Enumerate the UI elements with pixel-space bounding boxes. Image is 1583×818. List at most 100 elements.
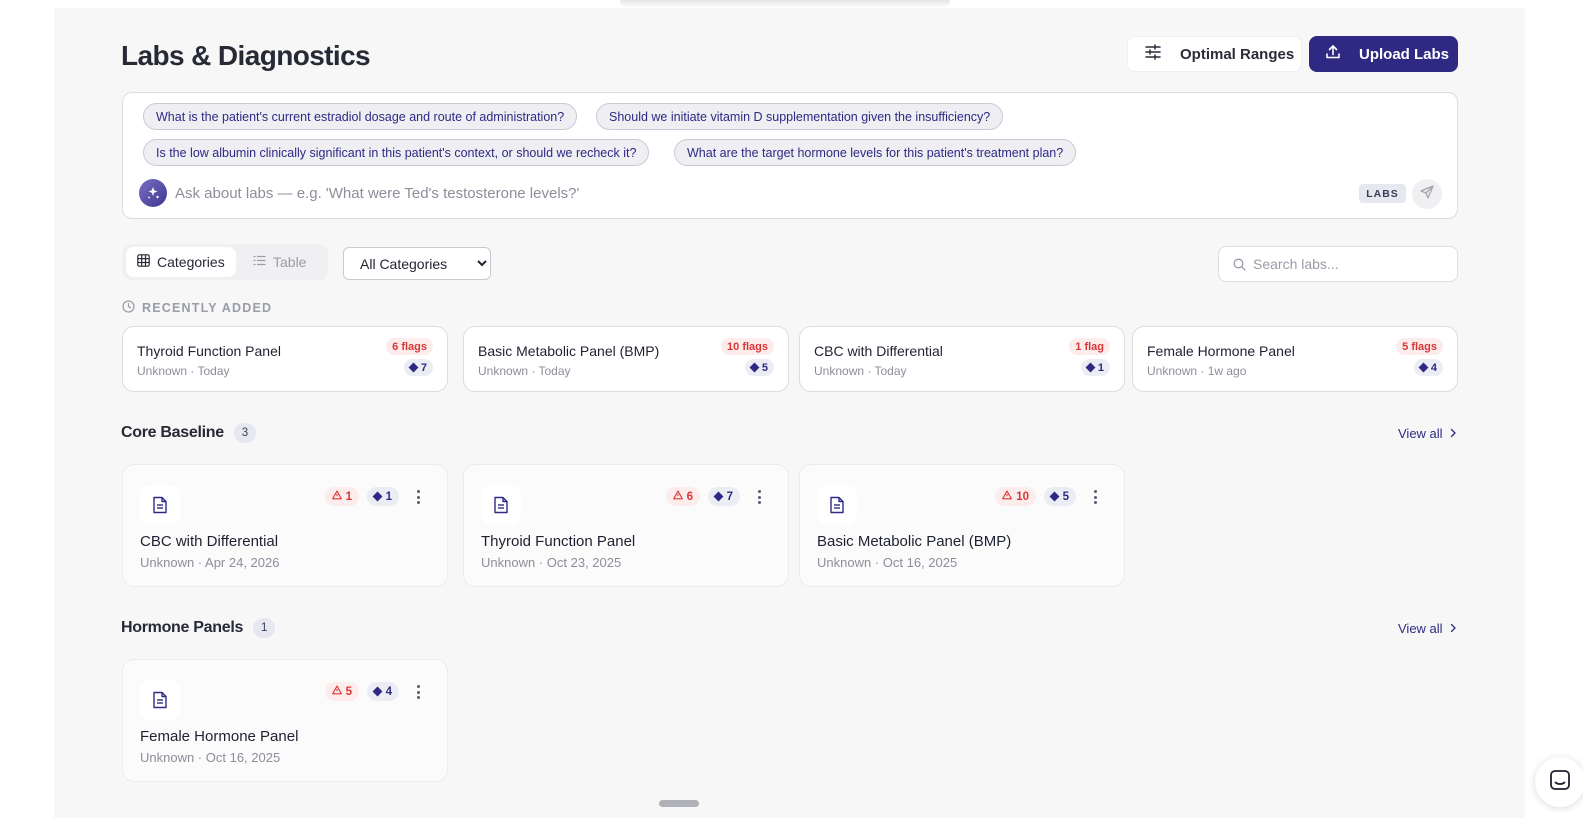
suggestion-chip[interactable]: What are the target hormone levels for t…	[674, 139, 1077, 166]
diamond-icon	[1085, 362, 1096, 373]
search-labs-input[interactable]	[1253, 247, 1453, 281]
list-icon	[253, 254, 266, 270]
section-heading: Core Baseline 3	[121, 423, 256, 443]
lab-card-subtitle: Unknown · Apr 24, 2026	[140, 555, 280, 570]
table-view-button[interactable]: Table	[242, 247, 317, 277]
result-count: 7	[726, 490, 733, 503]
recent-lab-subtitle: Unknown · Today	[137, 364, 230, 378]
more-vertical-icon[interactable]	[411, 682, 425, 702]
recent-lab-title: Basic Metabolic Panel (BMP)	[478, 343, 660, 359]
recent-lab-subtitle: Unknown · 1w ago	[1147, 364, 1247, 378]
warning-count: 10	[1016, 490, 1029, 503]
lab-card-title: Thyroid Function Panel	[481, 533, 636, 550]
suggestion-chip[interactable]: Is the low albumin clinically significan…	[143, 139, 650, 166]
recent-lab-subtitle: Unknown · Today	[478, 364, 571, 378]
section-heading: Hormone Panels 1	[121, 618, 276, 638]
warning-icon	[331, 685, 342, 698]
lab-card-title: CBC with Differential	[140, 533, 279, 550]
document-icon	[140, 485, 180, 525]
flags-badge: 6 flags	[386, 338, 433, 355]
document-icon	[817, 485, 857, 525]
upload-labs-label: Upload Labs	[1359, 45, 1450, 63]
warning-icon	[672, 490, 683, 503]
lab-card-title: Female Hormone Panel	[140, 728, 299, 745]
section-title: Core Baseline	[121, 424, 224, 441]
ask-labs-input[interactable]	[175, 179, 1275, 207]
categories-view-button[interactable]: Categories	[126, 247, 236, 277]
chevron-right-icon	[1449, 621, 1457, 636]
lab-card[interactable]: 10 5 Basic Metabolic Panel (BMP) Unknown…	[799, 464, 1125, 587]
diamond-icon	[749, 362, 760, 373]
flags-badge: 1 flag	[1069, 338, 1110, 355]
warning-badge: 5	[324, 682, 359, 701]
recently-added-heading: RECENTLY ADDED	[122, 300, 272, 316]
scroll-handle[interactable]	[659, 800, 699, 807]
category-filter-select[interactable]: All Categories	[343, 247, 491, 280]
search-box	[1218, 246, 1458, 282]
grid-icon	[137, 254, 150, 270]
clock-icon	[122, 300, 135, 316]
lab-card[interactable]: 5 4 Female Hormone Panel Unknown · Oct 1…	[122, 659, 448, 782]
result-count: 5	[1062, 490, 1069, 503]
section-title: Hormone Panels	[121, 619, 244, 636]
more-vertical-icon[interactable]	[411, 487, 425, 507]
lab-card-subtitle: Unknown · Oct 16, 2025	[817, 555, 958, 570]
optimal-ranges-button[interactable]: Optimal Ranges	[1127, 36, 1302, 72]
recent-lab-title: Thyroid Function Panel	[137, 343, 281, 359]
recent-lab-subtitle: Unknown · Today	[814, 364, 907, 378]
view-toggle: Categories Table	[122, 244, 328, 280]
diamond-icon	[408, 362, 419, 373]
result-count: 4	[385, 685, 392, 698]
chevron-right-icon	[1449, 426, 1457, 441]
diamond-icon	[713, 491, 724, 502]
top-drag-area	[620, 0, 950, 8]
result-count-badge: 4	[1413, 359, 1443, 376]
chat-launcher-button[interactable]	[1535, 757, 1583, 807]
warning-icon	[1002, 490, 1013, 503]
result-count: 1	[1097, 361, 1104, 374]
sparkle-icon	[139, 179, 167, 207]
lab-card[interactable]: 6 7 Thyroid Function Panel Unknown · Oct…	[463, 464, 789, 587]
recent-lab-card[interactable]: CBC with Differential Unknown · Today 1 …	[799, 326, 1125, 392]
recently-added-label: RECENTLY ADDED	[142, 301, 273, 315]
recent-lab-card[interactable]: Thyroid Function Panel Unknown · Today 6…	[122, 326, 448, 392]
flags-badge: 10 flags	[721, 338, 774, 355]
send-icon	[1420, 184, 1434, 204]
result-count-badge: 1	[1080, 359, 1110, 376]
result-count: 5	[761, 361, 768, 374]
optimal-ranges-label: Optimal Ranges	[1180, 45, 1295, 63]
result-count: 4	[1430, 361, 1437, 374]
suggestion-chip[interactable]: What is the patient's current estradiol …	[143, 103, 578, 130]
table-view-label: Table	[273, 254, 307, 270]
diamond-icon	[1049, 491, 1060, 502]
result-count-badge: 7	[707, 487, 740, 506]
view-all-label: View all	[1398, 426, 1443, 441]
warning-badge: 6	[665, 487, 700, 506]
more-vertical-icon[interactable]	[752, 487, 766, 507]
warning-badge: 10	[995, 487, 1036, 506]
lab-card-subtitle: Unknown · Oct 16, 2025	[140, 750, 281, 765]
recent-lab-card[interactable]: Basic Metabolic Panel (BMP) Unknown · To…	[463, 326, 789, 392]
view-all-link[interactable]: View all	[1398, 621, 1457, 636]
result-count-badge: 5	[744, 359, 774, 376]
warning-count: 1	[345, 490, 352, 503]
result-count-badge: 7	[403, 359, 433, 376]
section-count-badge: 1	[253, 618, 276, 638]
page-title: Labs & Diagnostics	[121, 40, 371, 71]
flags-badge: 5 flags	[1396, 338, 1443, 355]
search-icon	[1233, 258, 1246, 276]
warning-icon	[331, 490, 342, 503]
sliders-icon	[1144, 43, 1162, 65]
ask-labs-box: What is the patient's current estradiol …	[122, 92, 1458, 219]
lab-card[interactable]: 1 1 CBC with Differential Unknown · Apr …	[122, 464, 448, 587]
chat-icon	[1549, 769, 1571, 796]
result-count-badge: 5	[1043, 487, 1076, 506]
result-count-badge: 4	[366, 682, 399, 701]
upload-labs-button[interactable]: Upload Labs	[1309, 36, 1458, 72]
view-all-link[interactable]: View all	[1398, 426, 1457, 441]
recent-lab-title: CBC with Differential	[814, 343, 943, 359]
suggestion-chip[interactable]: Should we initiate vitamin D supplementa…	[596, 103, 1004, 130]
more-vertical-icon[interactable]	[1088, 487, 1102, 507]
recent-lab-card[interactable]: Female Hormone Panel Unknown · 1w ago 5 …	[1132, 326, 1458, 392]
send-button[interactable]	[1412, 179, 1442, 209]
